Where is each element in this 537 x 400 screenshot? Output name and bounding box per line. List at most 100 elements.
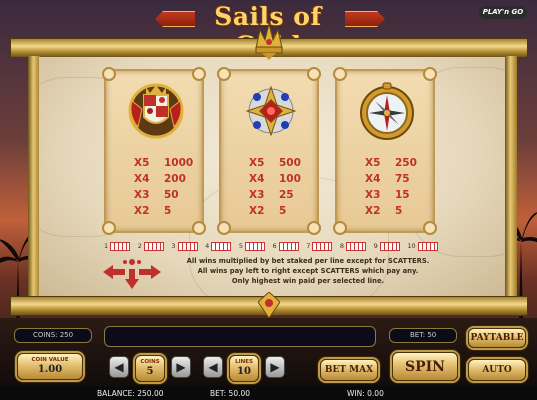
payout-multiplier: X4 xyxy=(249,173,265,185)
payout-value: 50 xyxy=(164,189,179,201)
payline-pattern-icon xyxy=(211,241,232,251)
payline-number: 10 xyxy=(407,242,416,250)
payout-row: X2 5 xyxy=(337,203,433,219)
payline-number: 1 xyxy=(104,242,109,250)
payout-multiplier: X2 xyxy=(249,205,265,217)
payout-value: 500 xyxy=(279,157,301,169)
auto-play-button[interactable]: AUTO PLAY xyxy=(468,359,526,396)
payout-row: X3 50 xyxy=(106,187,202,203)
payout-value: 250 xyxy=(395,157,417,169)
rule-text: Only highest win paid per selected line. xyxy=(231,277,385,285)
card-corner-ornament xyxy=(307,67,321,81)
payout-value: 1000 xyxy=(164,157,194,169)
coins-value: 5 xyxy=(146,366,154,377)
payline-pattern-icon xyxy=(177,241,198,251)
win-text: WIN: 0.00 xyxy=(347,389,384,398)
payout-row: X4 75 xyxy=(337,171,433,187)
bet-max-button[interactable]: BET MAX xyxy=(320,359,378,381)
payout-multiplier: X2 xyxy=(134,205,150,217)
payline-number: 8 xyxy=(339,242,345,250)
status-bar: BALANCE: 250.00 BET: 50.00 WIN: 0.00 xyxy=(0,386,537,400)
payout-value: 100 xyxy=(279,173,301,185)
payout-multiplier: X5 xyxy=(134,157,150,169)
payout-table: X5 1000 X4 200 X3 50 X2 5 xyxy=(106,155,202,219)
coins-increase-button[interactable]: ▶ xyxy=(171,356,191,378)
payout-row: X5 500 xyxy=(221,155,317,171)
lines-selector: LINES 10 xyxy=(229,355,259,382)
card-corner-ornament xyxy=(102,67,116,81)
payline-item: 5 xyxy=(239,240,271,252)
bet-display: BET: 50 xyxy=(389,328,457,343)
card-corner-ornament xyxy=(217,67,231,81)
card-corner-ornament xyxy=(333,221,347,235)
rule-text: All wins pay left to right except SCATTE… xyxy=(197,267,419,275)
compass-icon xyxy=(360,82,414,140)
card-corner-ornament xyxy=(333,67,347,81)
payout-value: 200 xyxy=(164,173,186,185)
card-corner-ornament xyxy=(192,221,206,235)
payline-pattern-icon xyxy=(110,241,131,251)
payout-row: X3 25 xyxy=(221,187,317,203)
payout-value: 25 xyxy=(279,189,294,201)
payline-number: 4 xyxy=(205,242,210,250)
payline-pattern-icon xyxy=(346,241,367,251)
lines-decrease-button[interactable]: ◀ xyxy=(203,356,223,378)
payline-pattern-icon xyxy=(379,241,400,251)
bet-display-text: BET: 50 xyxy=(410,331,437,339)
payline-number: 7 xyxy=(306,242,311,250)
payout-value: 5 xyxy=(395,205,403,217)
payout-multiplier: X3 xyxy=(134,189,150,201)
payout-value: 5 xyxy=(164,205,172,217)
payout-table: X5 250 X4 75 X3 15 X2 5 xyxy=(337,155,433,219)
payout-value: 15 xyxy=(395,189,410,201)
paytable-button[interactable]: PAYTABLE xyxy=(468,328,526,348)
payline-pattern-icon xyxy=(244,241,265,251)
lines-increase-button[interactable]: ▶ xyxy=(265,356,285,378)
coat-of-arms-icon xyxy=(128,83,184,139)
payout-multiplier: X4 xyxy=(365,173,381,185)
coin-value-box[interactable]: COIN VALUE 1.00 xyxy=(17,353,83,380)
paytable-card-compass: X5 250 X4 75 X3 15 X2 5 xyxy=(333,67,437,235)
jewel-brooch-icon xyxy=(245,85,297,137)
payline-pattern-icon xyxy=(278,241,299,251)
spin-button[interactable]: SPIN xyxy=(392,352,458,381)
payline-number: 5 xyxy=(238,242,243,250)
coin-value-label: COIN VALUE xyxy=(31,357,69,363)
direction-arrows-icon xyxy=(103,259,161,289)
payline-item: 8 xyxy=(340,240,372,252)
paytable-rules: All wins multiplied by bet staked per li… xyxy=(158,256,458,286)
crown-ornament-icon xyxy=(255,23,283,60)
payout-row: X5 250 xyxy=(337,155,433,171)
coins-display: COINS: 250 xyxy=(14,328,92,343)
payline-pattern-icon xyxy=(143,241,164,251)
paytable-card-coat-of-arms: X5 1000 X4 200 X3 50 X2 5 xyxy=(102,67,206,235)
coins-selector: COINS 5 xyxy=(135,355,165,382)
payout-multiplier: X5 xyxy=(249,157,265,169)
message-display xyxy=(104,326,376,347)
frame-right-pillar xyxy=(505,56,517,298)
card-corner-ornament xyxy=(217,221,231,235)
rule-text: All wins multiplied by bet staked per li… xyxy=(186,257,430,265)
payout-multiplier: X2 xyxy=(365,205,381,217)
card-corner-ornament xyxy=(423,221,437,235)
payout-row: X2 5 xyxy=(221,203,317,219)
coins-decrease-button[interactable]: ◀ xyxy=(109,356,129,378)
balance-text: BALANCE: 250.00 xyxy=(97,389,164,398)
lines-value: 10 xyxy=(237,366,251,377)
payline-number: 6 xyxy=(272,242,277,250)
payline-pattern-icon xyxy=(312,241,333,251)
payout-table: X5 500 X4 100 X3 25 X2 5 xyxy=(221,155,317,219)
payout-multiplier: X4 xyxy=(134,173,150,185)
payout-value: 75 xyxy=(395,173,410,185)
payout-multiplier: X3 xyxy=(249,189,265,201)
card-corner-ornament xyxy=(102,221,116,235)
payline-item: 3 xyxy=(171,240,203,252)
payout-value: 5 xyxy=(279,205,287,217)
card-corner-ornament xyxy=(423,67,437,81)
payout-row: X3 15 xyxy=(337,187,433,203)
payline-item: 6 xyxy=(273,240,305,252)
payline-pattern-icon xyxy=(417,241,438,251)
payline-number: 9 xyxy=(373,242,378,250)
payline-number: 2 xyxy=(137,242,142,250)
coins-label: COINS xyxy=(140,359,160,365)
